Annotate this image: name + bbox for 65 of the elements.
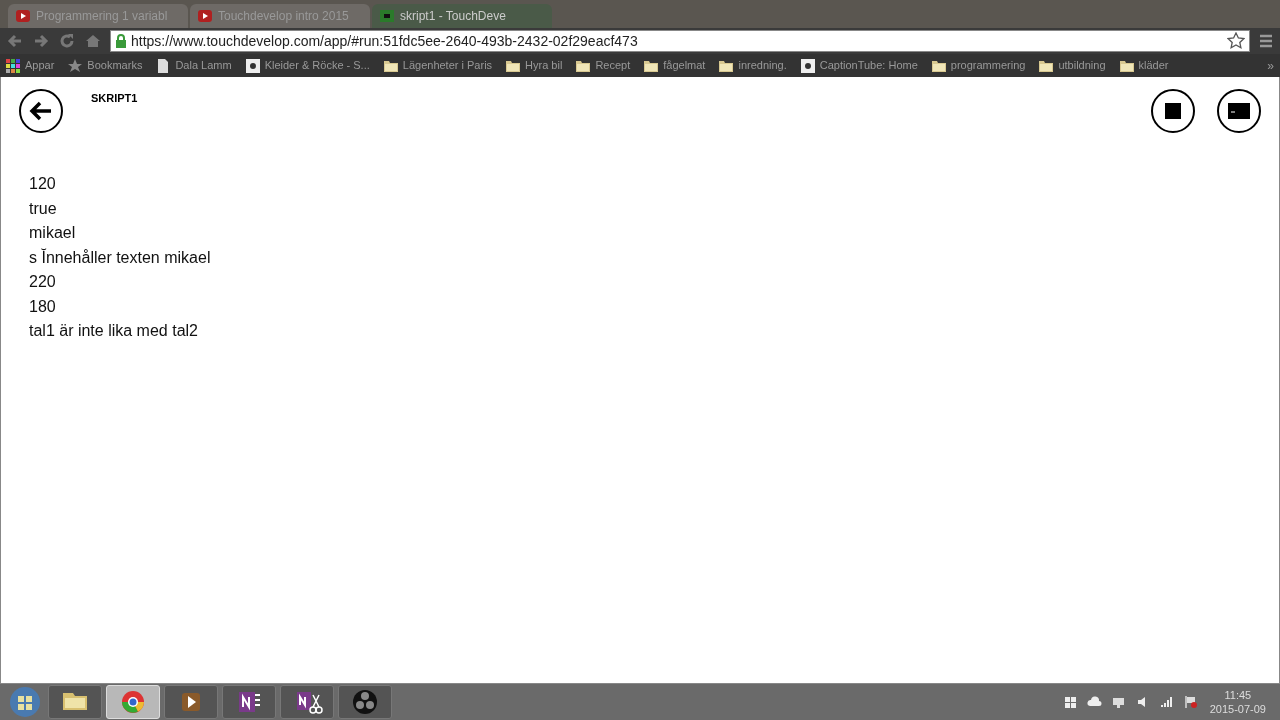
- bookmark[interactable]: Hyra bil: [506, 57, 563, 74]
- folder-icon: [506, 58, 521, 73]
- page-icon: [156, 58, 171, 73]
- bookmark[interactable]: inredning.: [719, 57, 787, 74]
- bookmark[interactable]: Lägenheter i Paris: [383, 57, 493, 74]
- folder-icon: [644, 58, 659, 73]
- bookmark[interactable]: kläder: [1119, 57, 1169, 74]
- star-icon: [68, 58, 83, 73]
- bookmark[interactable]: Appar: [6, 57, 55, 74]
- taskbar-button[interactable]: [222, 685, 276, 719]
- site-icon: [245, 58, 260, 73]
- output-line: tal1 är inte lika med tal2: [29, 321, 198, 341]
- more-bookmarks-button[interactable]: »: [1267, 56, 1274, 75]
- app-icon: [380, 10, 394, 22]
- taskbar-button[interactable]: [338, 685, 392, 719]
- clock-time: 11:45: [1224, 688, 1252, 702]
- folder-icon: [719, 58, 734, 73]
- bookmark[interactable]: Dala Lamm: [156, 57, 232, 74]
- stop-icon: [1165, 103, 1181, 119]
- folder-icon: [931, 58, 946, 73]
- taskbar-button[interactable]: [280, 685, 334, 719]
- folder-icon: [576, 58, 591, 73]
- folder-icon: [383, 58, 398, 73]
- console-button[interactable]: [1217, 89, 1261, 133]
- lock-icon: [115, 34, 127, 48]
- output-line: mikael: [29, 223, 76, 243]
- back-arrow-icon: [29, 101, 53, 121]
- output-line: s Ĭnnehåller texten mikael: [29, 247, 211, 268]
- output-line: 220: [29, 272, 56, 292]
- menu-icon[interactable]: [1258, 33, 1274, 49]
- console-icon: [1228, 103, 1250, 119]
- bookmark[interactable]: fågelmat: [644, 57, 706, 74]
- bookmark[interactable]: utbildning: [1039, 57, 1106, 74]
- bookmark[interactable]: CaptionTube: Home: [800, 57, 918, 74]
- folder-icon: [1039, 58, 1054, 73]
- output-line: 180: [29, 296, 56, 317]
- browser-tab[interactable]: skript1 - TouchDeve: [372, 4, 552, 28]
- taskbar-button[interactable]: [48, 685, 102, 719]
- flag-icon: [1182, 694, 1198, 710]
- bookmark[interactable]: Kleider & Röcke - S...: [245, 57, 370, 74]
- tab-title: skript1 - TouchDeve: [400, 8, 506, 25]
- bookmark[interactable]: Bookmarks: [68, 57, 143, 74]
- star-icon[interactable]: [1227, 32, 1245, 50]
- output-line: true: [29, 198, 57, 219]
- home-icon[interactable]: [84, 32, 102, 50]
- script-title: SKRIPT1: [91, 91, 138, 106]
- folder-icon: [1119, 58, 1134, 73]
- clock-date: 2015-07-09: [1209, 702, 1266, 716]
- apps-icon: [6, 58, 20, 73]
- reload-icon[interactable]: [58, 32, 76, 50]
- output-line: 120: [29, 174, 56, 194]
- windows-icon: [1062, 694, 1078, 710]
- signal-icon: [1158, 694, 1174, 710]
- taskbar-button[interactable]: [164, 685, 218, 719]
- back-button[interactable]: [19, 89, 63, 133]
- back-icon[interactable]: [6, 32, 24, 50]
- video-icon: [198, 10, 212, 22]
- forward-icon[interactable]: [32, 32, 50, 50]
- site-icon: [800, 58, 815, 73]
- bookmark[interactable]: Recept: [576, 57, 631, 74]
- video-icon: [16, 10, 30, 22]
- address-bar[interactable]: https://www.touchdevelop.com/app/#run:51fdc5ee-2640-493b-2432-02f29eacf473: [110, 30, 1250, 52]
- stop-button[interactable]: [1151, 89, 1195, 133]
- url-text: https://www.touchdevelop.com/app/#run:51fdc5ee-2640-493b-2432-02f29eacf473: [131, 31, 639, 51]
- bookmark[interactable]: programmering: [931, 57, 1026, 74]
